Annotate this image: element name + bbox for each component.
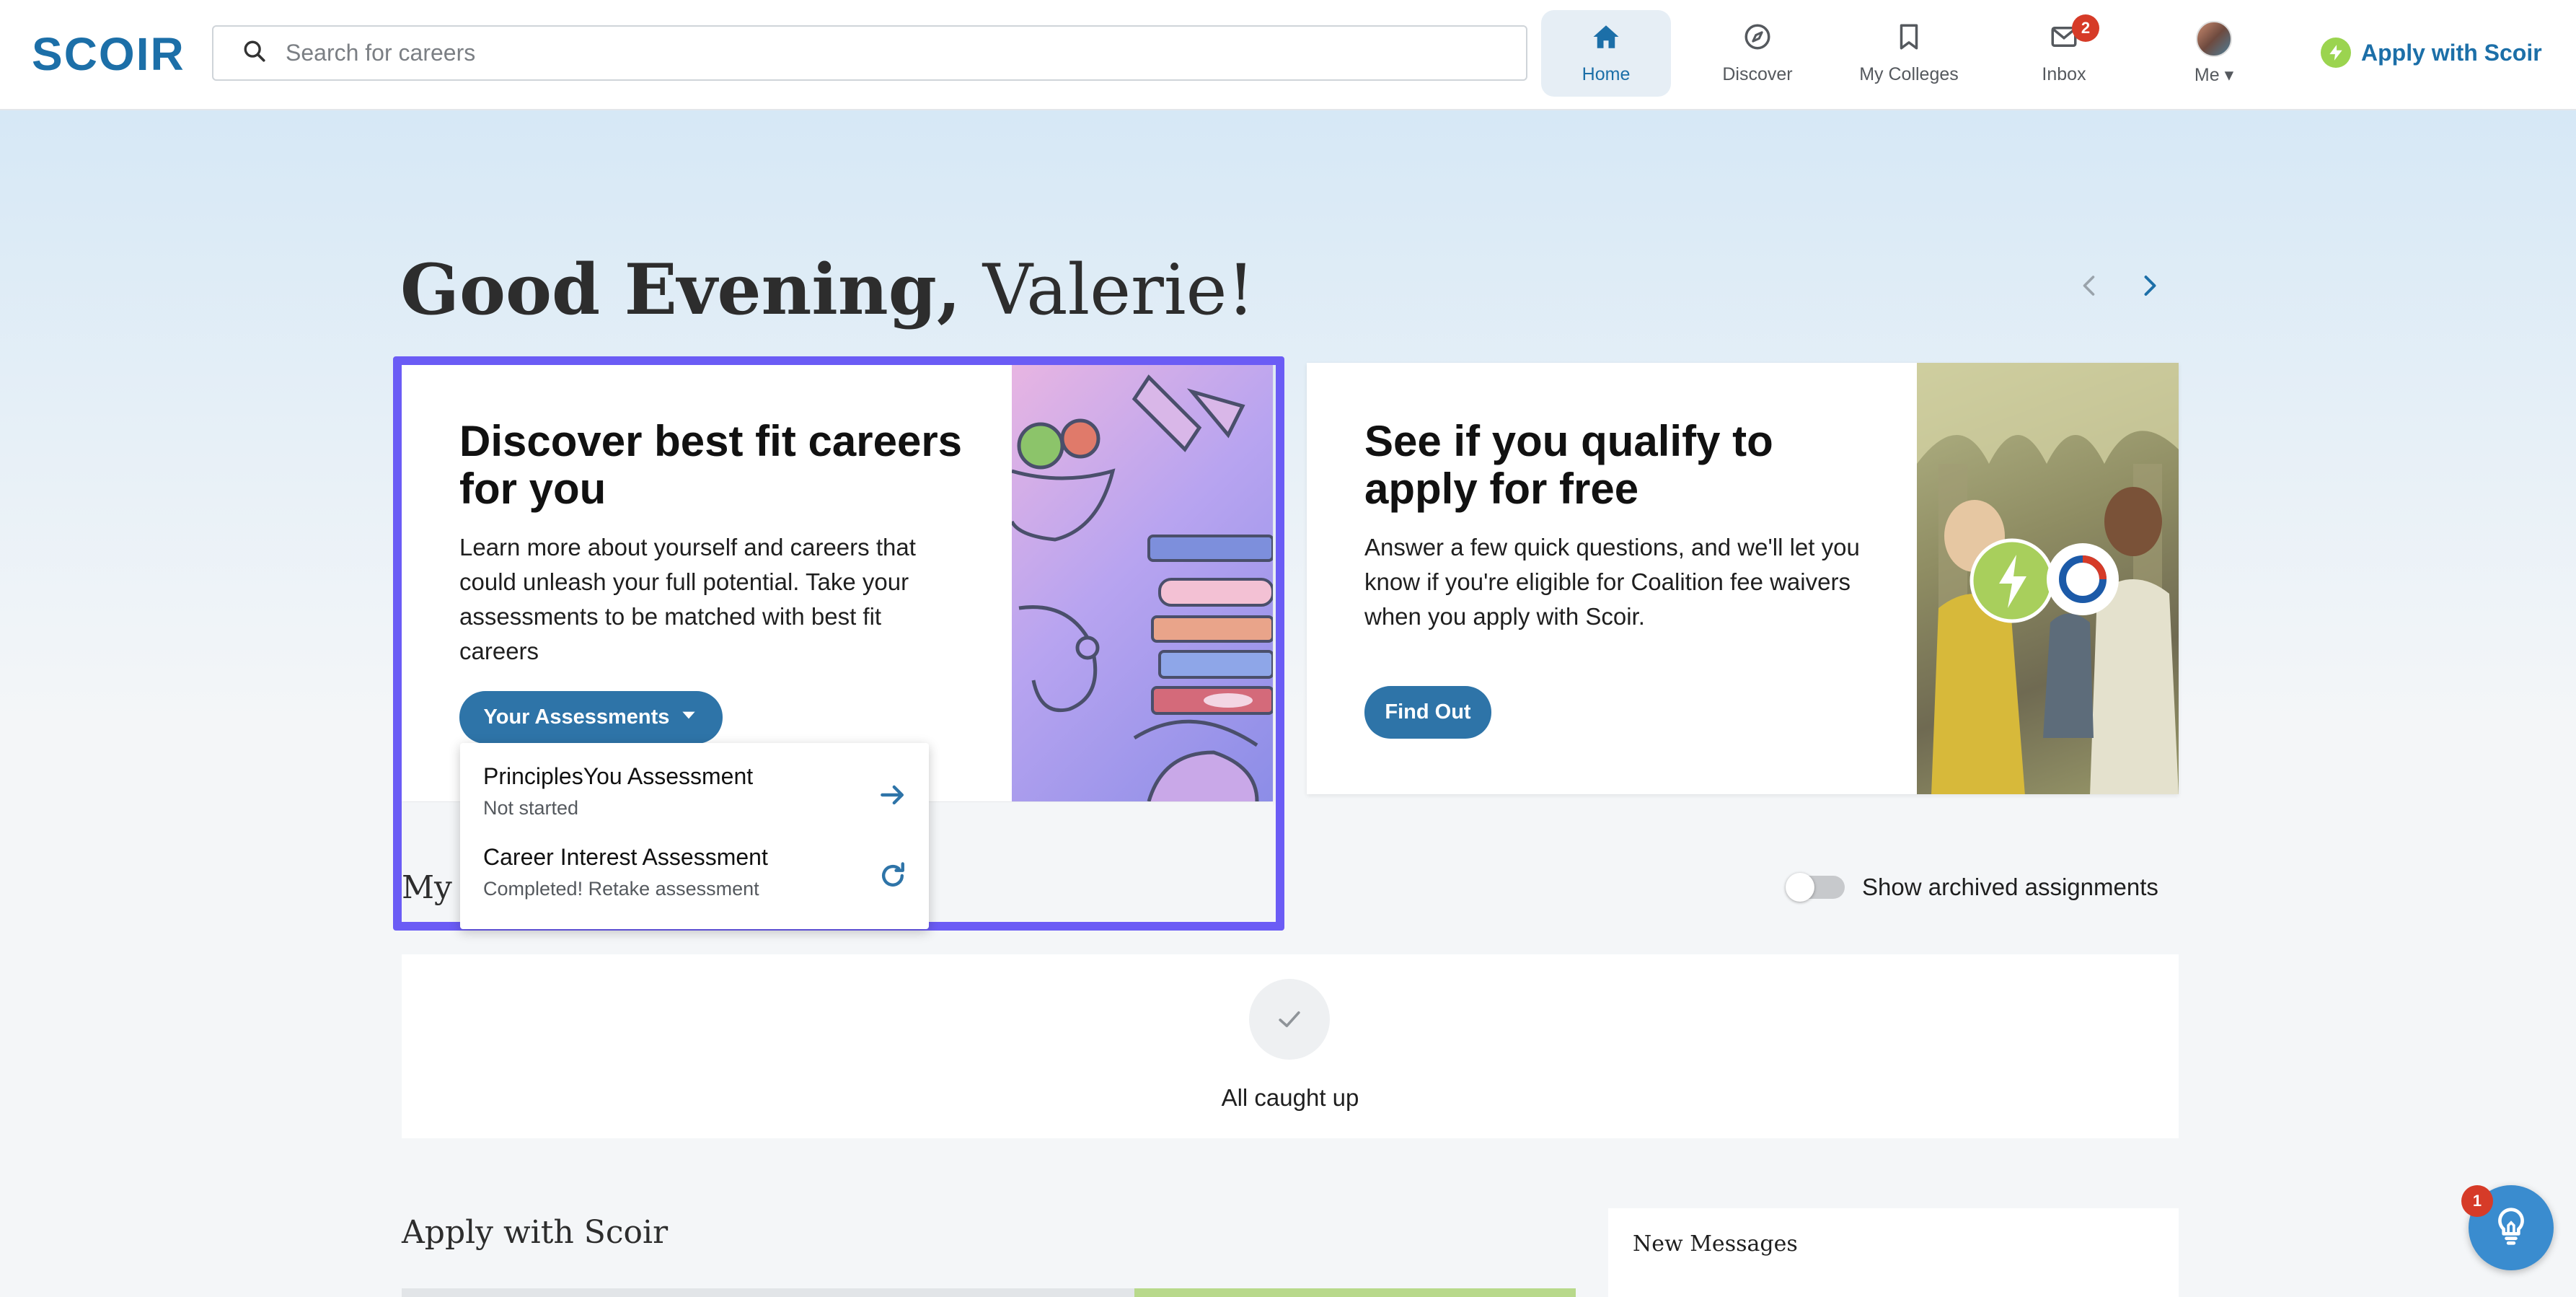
hero-background — [0, 110, 2576, 724]
menu-item-title: Career Interest Assessment — [483, 844, 768, 870]
new-messages-card[interactable]: New Messages — [1608, 1208, 2179, 1297]
new-messages-title: New Messages — [1633, 1231, 1798, 1257]
nav-me-label: Me ▾ — [2194, 65, 2234, 85]
apply-progress-fill — [1134, 1288, 1576, 1297]
students-photo — [1917, 363, 2179, 794]
search-icon — [242, 39, 267, 67]
menu-item-principlesyou[interactable]: PrinciplesYou Assessment Not started — [483, 763, 909, 835]
menu-item-status: Not started — [483, 797, 579, 819]
menu-item-status: Completed! Retake assessment — [483, 878, 759, 900]
compass-icon — [1742, 22, 1773, 64]
bookmark-icon — [1894, 22, 1924, 64]
show-archived-toggle[interactable] — [1786, 873, 1845, 902]
refresh-icon[interactable] — [877, 860, 909, 892]
lightning-bolt-icon — [2321, 38, 2351, 68]
nav-discover[interactable]: Discover — [1685, 10, 1830, 97]
carousel-prev-button[interactable] — [2070, 267, 2110, 307]
chevron-right-icon — [2136, 273, 2162, 302]
nav-inbox-label: Inbox — [2042, 64, 2086, 84]
nav-my-colleges[interactable]: My Colleges — [1837, 10, 1981, 97]
all-caught-up-text: All caught up — [1221, 1084, 1359, 1111]
show-archived-label: Show archived assignments — [1862, 874, 2158, 900]
caret-down-icon: ▾ — [2224, 65, 2234, 85]
assignments-empty-state: All caught up — [402, 954, 2179, 1138]
nav-home-label: Home — [1582, 64, 1631, 84]
checkmark-icon — [1249, 979, 1330, 1060]
find-out-button[interactable]: Find Out — [1364, 686, 1491, 739]
show-archived-toggle-row[interactable]: Show archived assignments — [1786, 869, 2158, 905]
nav-home[interactable]: Home — [1541, 10, 1671, 97]
fee-waiver-card: See if you qualify to apply for free Ans… — [1307, 363, 2179, 794]
top-navigation-bar: SCOIR Home Discover My Colleges Inbox 2 — [0, 0, 2576, 110]
arrow-right-icon[interactable] — [877, 779, 909, 811]
search-input[interactable] — [284, 39, 1441, 67]
menu-item-career-interest[interactable]: Career Interest Assessment Completed! Re… — [483, 844, 909, 916]
nav-me[interactable]: Me ▾ — [2149, 10, 2279, 97]
chevron-left-icon — [2077, 273, 2103, 302]
greeting-salutation: Good Evening, — [400, 249, 961, 330]
avatar — [2196, 21, 2232, 57]
help-badge: 1 — [2461, 1185, 2493, 1217]
apply-with-scoir-link[interactable]: Apply with Scoir — [2321, 35, 2542, 71]
menu-item-title: PrinciplesYou Assessment — [483, 763, 754, 789]
apply-progress-bar — [402, 1288, 1576, 1297]
assessments-dropdown-menu: PrinciplesYou Assessment Not started Car… — [460, 743, 929, 929]
inbox-count-badge: 2 — [2072, 14, 2099, 42]
apply-with-scoir-label: Apply with Scoir — [2361, 39, 2542, 66]
search-bar[interactable] — [212, 25, 1527, 81]
toggle-knob — [1786, 873, 1814, 902]
scoir-logo[interactable]: SCOIR — [32, 28, 185, 80]
nav-my-colleges-label: My Colleges — [1859, 64, 1959, 84]
page-greeting: Good Evening, Valerie! — [400, 249, 1255, 330]
greeting-name: Valerie! — [961, 250, 1255, 330]
apply-with-scoir-heading: Apply with Scoir — [402, 1214, 669, 1251]
help-button[interactable]: 1 — [2461, 1185, 2554, 1270]
home-icon — [1591, 22, 1621, 64]
lightbulb-icon — [2489, 1204, 2533, 1252]
fee-waiver-card-title: See if you qualify to apply for free — [1364, 417, 1773, 513]
fee-waiver-card-description: Answer a few quick questions, and we'll … — [1364, 534, 1860, 630]
find-out-label: Find Out — [1385, 700, 1471, 724]
logo-text: SCOIR — [32, 28, 185, 80]
nav-discover-label: Discover — [1722, 64, 1793, 84]
nav-inbox[interactable]: Inbox 2 — [1995, 10, 2132, 97]
carousel-next-button[interactable] — [2129, 267, 2169, 307]
